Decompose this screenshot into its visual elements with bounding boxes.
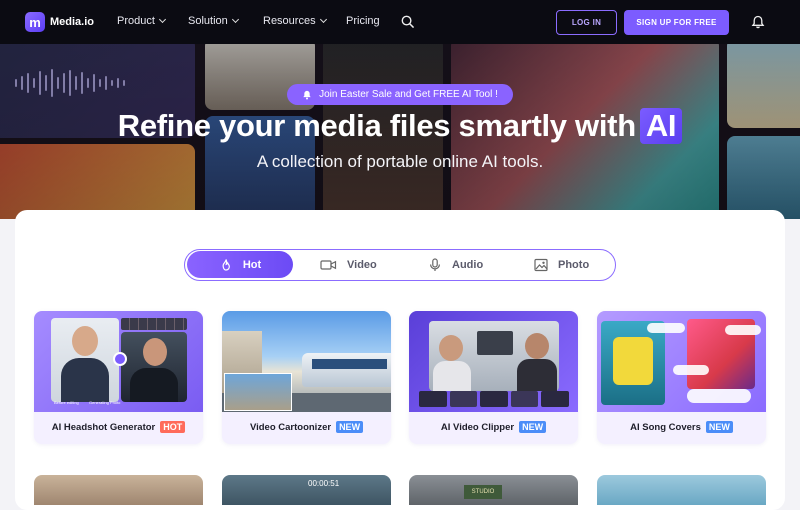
tool-card-partial[interactable]: 00:00:51 [222, 475, 391, 505]
tab-label: Audio [452, 258, 484, 271]
hero-title-main: Refine your media files smartly with [117, 108, 636, 143]
nav-item-label: Pricing [346, 15, 380, 27]
suit-shape [130, 368, 178, 402]
audio-pill [725, 325, 761, 335]
portrait-before [51, 318, 119, 402]
new-badge: NEW [519, 421, 547, 433]
hero-title: Refine your media files smartly with AI [0, 108, 800, 144]
card-title: Video Cartoonizer [249, 421, 332, 433]
chevron-down-icon [231, 15, 239, 24]
character-shape [613, 337, 653, 385]
guest-body [517, 359, 557, 391]
clip-thumb [541, 391, 569, 407]
card-title: AI Headshot Generator [51, 421, 156, 433]
search-icon[interactable] [401, 15, 414, 28]
cover-art-left [601, 321, 665, 405]
flame-icon [222, 258, 230, 271]
audio-pill [673, 365, 709, 375]
card-thumbnail: Before editing Generating Photo [34, 311, 203, 412]
suit-shape [61, 358, 109, 402]
tab-label: Hot [242, 258, 262, 271]
tool-card-headshot[interactable]: Before editing Generating Photo AI Heads… [34, 311, 203, 444]
clip-strip [419, 391, 569, 407]
card-thumbnail [222, 311, 391, 412]
logo-mark: m [25, 12, 45, 32]
portrait-after [121, 332, 187, 402]
promo-text: Join Easter Sale and Get FREE AI Tool ! [319, 89, 498, 100]
tool-card-song-covers[interactable]: AI Song Covers NEW [597, 311, 766, 444]
thumb-caption-before: Before editing [54, 400, 79, 405]
preview-inset [224, 373, 292, 411]
nav-item-label: Solution [188, 15, 228, 27]
screen-shape [477, 331, 513, 355]
studio-sign: STUDIO [464, 485, 502, 499]
host-face [439, 335, 463, 361]
audio-pill [647, 323, 685, 333]
card-title: AI Song Covers [630, 421, 701, 433]
brand-logo[interactable]: m Media.io [25, 12, 94, 32]
nav-item-pricing[interactable]: Pricing [346, 15, 380, 27]
nav-item-solution[interactable]: Solution [188, 15, 239, 27]
tool-card-partial[interactable] [34, 475, 203, 505]
clip-thumb [480, 391, 508, 407]
brand-name: Media.io [50, 16, 95, 28]
tab-video[interactable]: Video [320, 250, 377, 279]
promo-banner[interactable]: Join Easter Sale and Get FREE AI Tool ! [287, 84, 513, 105]
tab-audio[interactable]: Audio [428, 250, 483, 279]
face-shape [72, 326, 98, 356]
hero-subtitle: A collection of portable online AI tools… [256, 152, 544, 171]
tab-photo[interactable]: Photo [534, 250, 589, 279]
card-title: AI Video Clipper [440, 421, 515, 433]
microphone-icon [430, 257, 440, 271]
tool-card-video-clipper[interactable]: AI Video Clipper NEW [409, 311, 578, 444]
card-title-row: Video Cartoonizer NEW [222, 421, 391, 433]
tab-label: Video [347, 258, 377, 271]
nav-item-resources[interactable]: Resources [263, 15, 327, 27]
timer-text: 00:00:51 [308, 479, 340, 488]
video-camera-icon [320, 259, 337, 270]
tool-card-partial[interactable] [597, 475, 766, 505]
tab-label: Photo [558, 258, 590, 271]
card-title-row: AI Song Covers NEW [597, 421, 766, 433]
login-button[interactable]: LOG IN [556, 10, 617, 35]
card-title-row: AI Video Clipper NEW [409, 421, 578, 433]
tab-hot[interactable]: Hot [187, 251, 293, 278]
nav-item-product[interactable]: Product [117, 15, 166, 27]
tool-card-partial[interactable]: STUDIO [409, 475, 578, 505]
chevron-down-icon [158, 15, 166, 24]
compare-handle [113, 352, 127, 366]
tram-windows [312, 359, 387, 369]
host-body [433, 361, 471, 391]
category-tabs: Hot Video Audio Photo [184, 249, 616, 281]
clip-thumb [419, 391, 447, 407]
studio-frame [429, 321, 559, 391]
nav-item-label: Product [117, 15, 155, 27]
hot-badge: HOT [160, 421, 186, 433]
hero-title-highlight: AI [639, 108, 683, 144]
card-thumbnail [597, 311, 766, 412]
clip-thumb [510, 391, 539, 407]
signup-button[interactable]: SIGN UP FOR FREE [624, 10, 729, 35]
card-title-row: AI Headshot Generator HOT [34, 421, 203, 433]
top-navbar: m Media.io Product Solution Resources Pr… [0, 0, 800, 44]
image-icon [534, 258, 548, 271]
face-shape [143, 338, 167, 366]
new-badge: NEW [705, 421, 733, 433]
tool-card-video-cartoonizer[interactable]: Video Cartoonizer NEW [222, 311, 391, 444]
bell-icon[interactable] [751, 15, 765, 29]
bell-icon [303, 90, 311, 99]
card-thumbnail [409, 311, 578, 412]
chevron-down-icon [319, 15, 327, 24]
new-badge: NEW [336, 421, 364, 433]
audio-pill [687, 389, 751, 403]
thumbnail-strip [121, 318, 187, 330]
thumb-caption-after: Generating Photo [89, 400, 121, 405]
nav-item-label: Resources [263, 15, 316, 27]
guest-face [525, 333, 549, 359]
clip-thumb [449, 391, 478, 407]
